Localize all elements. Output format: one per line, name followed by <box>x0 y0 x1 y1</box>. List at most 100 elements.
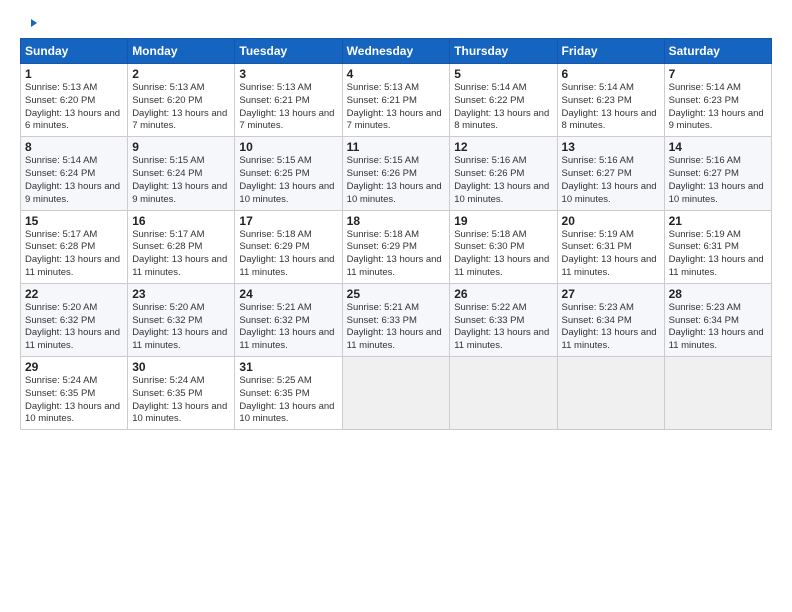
calendar-cell: 19Sunrise: 5:18 AMSunset: 6:30 PMDayligh… <box>450 210 557 283</box>
day-number: 24 <box>239 287 337 301</box>
calendar-cell: 29Sunrise: 5:24 AMSunset: 6:35 PMDayligh… <box>21 357 128 430</box>
day-number: 18 <box>347 214 446 228</box>
day-info: Sunrise: 5:18 AMSunset: 6:29 PMDaylight:… <box>239 229 337 280</box>
day-number: 13 <box>562 140 660 154</box>
day-number: 10 <box>239 140 337 154</box>
day-number: 21 <box>669 214 767 228</box>
calendar-cell: 4Sunrise: 5:13 AMSunset: 6:21 PMDaylight… <box>342 64 450 137</box>
day-number: 27 <box>562 287 660 301</box>
week-row-4: 22Sunrise: 5:20 AMSunset: 6:32 PMDayligh… <box>21 283 772 356</box>
calendar-cell <box>342 357 450 430</box>
day-number: 5 <box>454 67 552 81</box>
calendar-cell: 7Sunrise: 5:14 AMSunset: 6:23 PMDaylight… <box>664 64 771 137</box>
day-number: 23 <box>132 287 230 301</box>
day-number: 20 <box>562 214 660 228</box>
week-row-2: 8Sunrise: 5:14 AMSunset: 6:24 PMDaylight… <box>21 137 772 210</box>
weekday-header-thursday: Thursday <box>450 39 557 64</box>
day-info: Sunrise: 5:18 AMSunset: 6:30 PMDaylight:… <box>454 229 552 280</box>
day-number: 9 <box>132 140 230 154</box>
day-info: Sunrise: 5:23 AMSunset: 6:34 PMDaylight:… <box>562 302 660 353</box>
day-info: Sunrise: 5:20 AMSunset: 6:32 PMDaylight:… <box>132 302 230 353</box>
calendar-cell: 23Sunrise: 5:20 AMSunset: 6:32 PMDayligh… <box>128 283 235 356</box>
day-number: 4 <box>347 67 446 81</box>
day-number: 22 <box>25 287 123 301</box>
page: SundayMondayTuesdayWednesdayThursdayFrid… <box>0 0 792 612</box>
day-info: Sunrise: 5:21 AMSunset: 6:33 PMDaylight:… <box>347 302 446 353</box>
day-info: Sunrise: 5:19 AMSunset: 6:31 PMDaylight:… <box>669 229 767 280</box>
calendar-cell: 10Sunrise: 5:15 AMSunset: 6:25 PMDayligh… <box>235 137 342 210</box>
day-info: Sunrise: 5:16 AMSunset: 6:26 PMDaylight:… <box>454 155 552 206</box>
calendar-cell: 12Sunrise: 5:16 AMSunset: 6:26 PMDayligh… <box>450 137 557 210</box>
day-info: Sunrise: 5:21 AMSunset: 6:32 PMDaylight:… <box>239 302 337 353</box>
calendar-cell: 25Sunrise: 5:21 AMSunset: 6:33 PMDayligh… <box>342 283 450 356</box>
calendar-cell: 26Sunrise: 5:22 AMSunset: 6:33 PMDayligh… <box>450 283 557 356</box>
calendar-cell: 9Sunrise: 5:15 AMSunset: 6:24 PMDaylight… <box>128 137 235 210</box>
calendar-cell <box>450 357 557 430</box>
weekday-header-friday: Friday <box>557 39 664 64</box>
weekday-header-row: SundayMondayTuesdayWednesdayThursdayFrid… <box>21 39 772 64</box>
calendar-cell: 14Sunrise: 5:16 AMSunset: 6:27 PMDayligh… <box>664 137 771 210</box>
calendar-cell: 2Sunrise: 5:13 AMSunset: 6:20 PMDaylight… <box>128 64 235 137</box>
calendar-cell: 11Sunrise: 5:15 AMSunset: 6:26 PMDayligh… <box>342 137 450 210</box>
day-info: Sunrise: 5:20 AMSunset: 6:32 PMDaylight:… <box>25 302 123 353</box>
day-info: Sunrise: 5:15 AMSunset: 6:25 PMDaylight:… <box>239 155 337 206</box>
weekday-header-monday: Monday <box>128 39 235 64</box>
calendar-cell: 22Sunrise: 5:20 AMSunset: 6:32 PMDayligh… <box>21 283 128 356</box>
day-info: Sunrise: 5:16 AMSunset: 6:27 PMDaylight:… <box>562 155 660 206</box>
calendar-cell: 21Sunrise: 5:19 AMSunset: 6:31 PMDayligh… <box>664 210 771 283</box>
day-number: 17 <box>239 214 337 228</box>
day-info: Sunrise: 5:14 AMSunset: 6:23 PMDaylight:… <box>562 82 660 133</box>
day-info: Sunrise: 5:14 AMSunset: 6:23 PMDaylight:… <box>669 82 767 133</box>
day-info: Sunrise: 5:17 AMSunset: 6:28 PMDaylight:… <box>132 229 230 280</box>
day-info: Sunrise: 5:13 AMSunset: 6:20 PMDaylight:… <box>132 82 230 133</box>
week-row-1: 1Sunrise: 5:13 AMSunset: 6:20 PMDaylight… <box>21 64 772 137</box>
day-info: Sunrise: 5:15 AMSunset: 6:24 PMDaylight:… <box>132 155 230 206</box>
day-number: 8 <box>25 140 123 154</box>
day-number: 15 <box>25 214 123 228</box>
day-number: 30 <box>132 360 230 374</box>
calendar-cell <box>557 357 664 430</box>
day-number: 11 <box>347 140 446 154</box>
day-info: Sunrise: 5:19 AMSunset: 6:31 PMDaylight:… <box>562 229 660 280</box>
day-info: Sunrise: 5:13 AMSunset: 6:21 PMDaylight:… <box>239 82 337 133</box>
calendar-cell: 28Sunrise: 5:23 AMSunset: 6:34 PMDayligh… <box>664 283 771 356</box>
day-info: Sunrise: 5:14 AMSunset: 6:24 PMDaylight:… <box>25 155 123 206</box>
weekday-header-sunday: Sunday <box>21 39 128 64</box>
day-info: Sunrise: 5:24 AMSunset: 6:35 PMDaylight:… <box>132 375 230 426</box>
day-number: 29 <box>25 360 123 374</box>
calendar-cell: 6Sunrise: 5:14 AMSunset: 6:23 PMDaylight… <box>557 64 664 137</box>
calendar-cell: 15Sunrise: 5:17 AMSunset: 6:28 PMDayligh… <box>21 210 128 283</box>
calendar-cell: 3Sunrise: 5:13 AMSunset: 6:21 PMDaylight… <box>235 64 342 137</box>
day-info: Sunrise: 5:15 AMSunset: 6:26 PMDaylight:… <box>347 155 446 206</box>
day-number: 12 <box>454 140 552 154</box>
day-info: Sunrise: 5:13 AMSunset: 6:20 PMDaylight:… <box>25 82 123 133</box>
header <box>20 18 772 32</box>
day-number: 14 <box>669 140 767 154</box>
logo <box>20 18 38 32</box>
day-number: 28 <box>669 287 767 301</box>
day-info: Sunrise: 5:24 AMSunset: 6:35 PMDaylight:… <box>25 375 123 426</box>
calendar-cell: 27Sunrise: 5:23 AMSunset: 6:34 PMDayligh… <box>557 283 664 356</box>
day-number: 25 <box>347 287 446 301</box>
day-number: 3 <box>239 67 337 81</box>
day-number: 1 <box>25 67 123 81</box>
day-info: Sunrise: 5:17 AMSunset: 6:28 PMDaylight:… <box>25 229 123 280</box>
day-number: 16 <box>132 214 230 228</box>
week-row-5: 29Sunrise: 5:24 AMSunset: 6:35 PMDayligh… <box>21 357 772 430</box>
day-number: 19 <box>454 214 552 228</box>
day-number: 2 <box>132 67 230 81</box>
calendar-cell <box>664 357 771 430</box>
calendar-cell: 17Sunrise: 5:18 AMSunset: 6:29 PMDayligh… <box>235 210 342 283</box>
day-info: Sunrise: 5:13 AMSunset: 6:21 PMDaylight:… <box>347 82 446 133</box>
calendar-cell: 18Sunrise: 5:18 AMSunset: 6:29 PMDayligh… <box>342 210 450 283</box>
week-row-3: 15Sunrise: 5:17 AMSunset: 6:28 PMDayligh… <box>21 210 772 283</box>
calendar-cell: 31Sunrise: 5:25 AMSunset: 6:35 PMDayligh… <box>235 357 342 430</box>
day-info: Sunrise: 5:18 AMSunset: 6:29 PMDaylight:… <box>347 229 446 280</box>
day-info: Sunrise: 5:14 AMSunset: 6:22 PMDaylight:… <box>454 82 552 133</box>
day-number: 7 <box>669 67 767 81</box>
day-number: 6 <box>562 67 660 81</box>
calendar-table: SundayMondayTuesdayWednesdayThursdayFrid… <box>20 38 772 430</box>
calendar-cell: 16Sunrise: 5:17 AMSunset: 6:28 PMDayligh… <box>128 210 235 283</box>
day-info: Sunrise: 5:23 AMSunset: 6:34 PMDaylight:… <box>669 302 767 353</box>
calendar-cell: 30Sunrise: 5:24 AMSunset: 6:35 PMDayligh… <box>128 357 235 430</box>
